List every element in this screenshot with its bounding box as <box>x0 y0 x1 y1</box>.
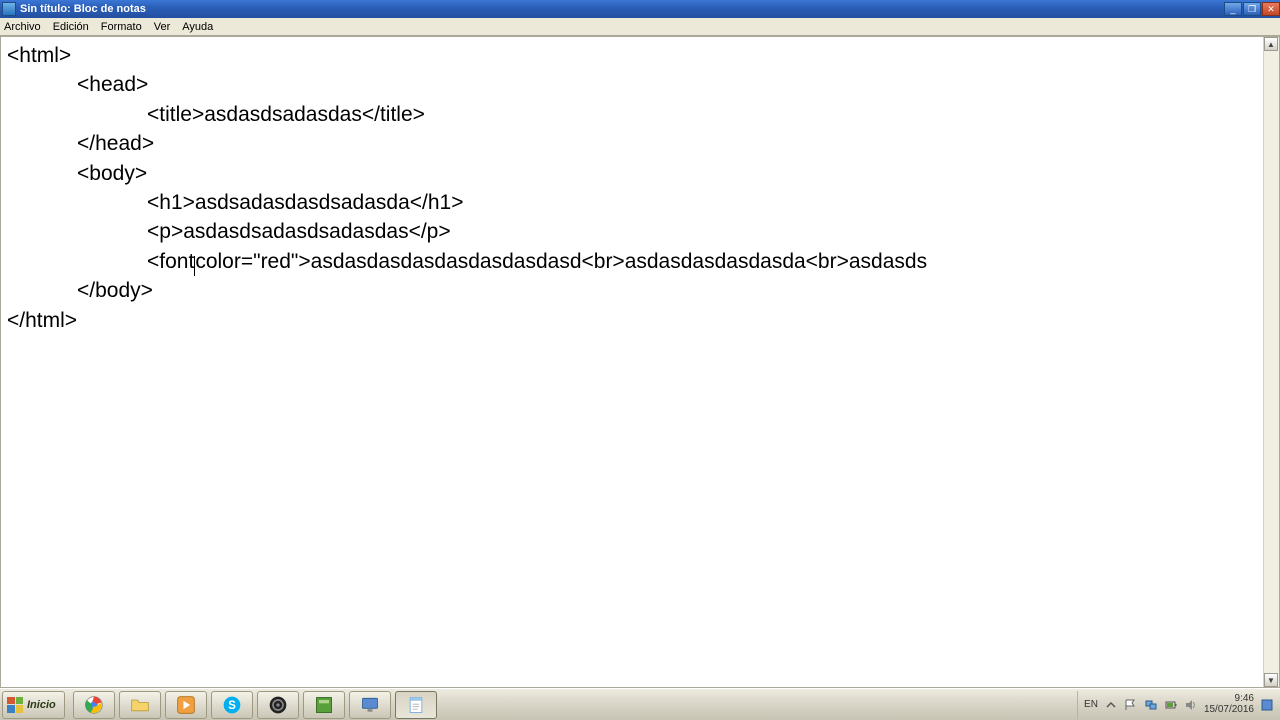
obs-icon <box>267 694 289 716</box>
chrome-icon <box>83 694 105 716</box>
taskbar-items: S <box>73 691 437 719</box>
editor-container: <html> <head> <title>asdasdsadasdas</tit… <box>0 36 1280 688</box>
taskbar-notepad[interactable] <box>395 691 437 719</box>
clock-date: 15/07/2016 <box>1204 705 1254 716</box>
tray-battery-icon[interactable] <box>1164 698 1178 712</box>
menu-ayuda[interactable]: Ayuda <box>182 21 213 33</box>
vertical-scrollbar[interactable]: ▲ ▼ <box>1263 37 1279 687</box>
skype-icon: S <box>221 694 243 716</box>
windows-logo-icon <box>7 697 23 713</box>
window-titlebar: Sin título: Bloc de notas _ ❐ ✕ <box>0 0 1280 18</box>
close-button[interactable]: ✕ <box>1262 2 1280 16</box>
notepad-icon <box>405 694 427 716</box>
tray-network-icon[interactable] <box>1144 698 1158 712</box>
svg-text:S: S <box>228 699 236 712</box>
green-app-icon <box>313 694 335 716</box>
window-buttons: _ ❐ ✕ <box>1223 2 1280 16</box>
window-title: Sin título: Bloc de notas <box>20 3 1223 15</box>
taskbar-chrome[interactable] <box>73 691 115 719</box>
taskbar-media[interactable] <box>165 691 207 719</box>
start-button[interactable]: Inicio <box>2 691 65 719</box>
menu-formato[interactable]: Formato <box>101 21 142 33</box>
menu-bar: Archivo Edición Formato Ver Ayuda <box>0 18 1280 36</box>
taskbar-skype[interactable]: S <box>211 691 253 719</box>
folder-icon <box>129 694 151 716</box>
taskbar-app2[interactable] <box>349 691 391 719</box>
taskbar: Inicio S <box>0 688 1280 720</box>
clock[interactable]: 9:46 15/07/2016 <box>1204 694 1254 715</box>
monitor-icon <box>359 694 381 716</box>
play-icon <box>175 694 197 716</box>
menu-archivo[interactable]: Archivo <box>4 21 41 33</box>
minimize-button[interactable]: _ <box>1224 2 1242 16</box>
clock-time: 9:46 <box>1204 694 1254 705</box>
system-tray: EN 9:46 15/07/2016 <box>1077 691 1280 719</box>
app-icon <box>2 2 16 16</box>
tray-flag-icon[interactable] <box>1124 698 1138 712</box>
start-label: Inicio <box>27 699 56 711</box>
menu-edicion[interactable]: Edición <box>53 21 89 33</box>
tray-volume-icon[interactable] <box>1184 698 1198 712</box>
menu-ver[interactable]: Ver <box>154 21 171 33</box>
language-indicator[interactable]: EN <box>1084 699 1098 710</box>
taskbar-app1[interactable] <box>303 691 345 719</box>
tray-chevron-icon[interactable] <box>1104 698 1118 712</box>
taskbar-obs[interactable] <box>257 691 299 719</box>
maximize-button[interactable]: ❐ <box>1243 2 1261 16</box>
scroll-down-button[interactable]: ▼ <box>1264 673 1278 687</box>
tray-show-desktop[interactable] <box>1260 698 1274 712</box>
text-editor[interactable]: <html> <head> <title>asdasdsadasdas</tit… <box>7 41 1261 683</box>
taskbar-explorer[interactable] <box>119 691 161 719</box>
scroll-up-button[interactable]: ▲ <box>1264 37 1278 51</box>
